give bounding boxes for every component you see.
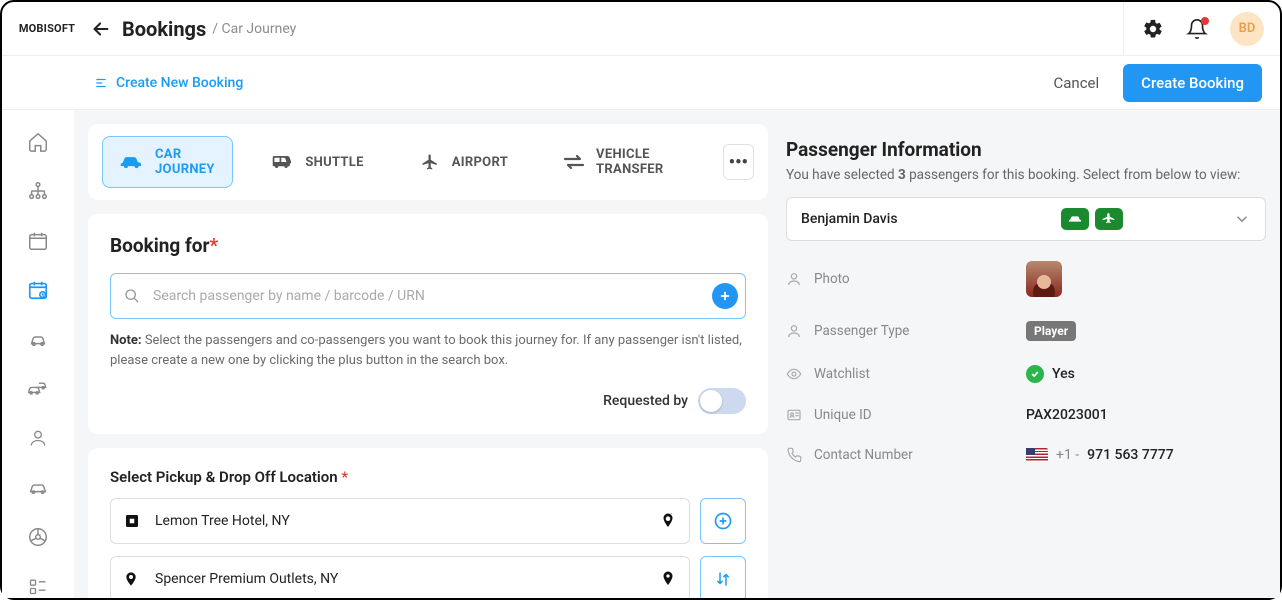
car-tag-icon [1061, 208, 1089, 230]
photo-label: Photo [814, 271, 850, 287]
location-heading: Select Pickup & Drop Off Location * [110, 468, 746, 486]
action-bar: Create New Booking Cancel Create Booking [2, 56, 1280, 110]
add-passenger-button[interactable] [712, 283, 738, 309]
airport-icon [418, 153, 442, 171]
app-header: MOBISOFT Bookings / Car Journey BD [2, 2, 1280, 56]
requested-by-toggle[interactable] [698, 388, 746, 414]
more-tabs-button[interactable]: ••• [723, 144, 754, 180]
nav-org-icon[interactable] [24, 179, 52, 202]
nav-driver-icon[interactable] [24, 525, 52, 548]
row-uid: Unique ID PAX2023001 [786, 407, 1266, 423]
gear-icon[interactable] [1142, 18, 1164, 40]
tab-car-label: CAR JOURNEY [155, 147, 216, 177]
contact-label: Contact Number [814, 447, 913, 463]
row-type: Passenger Type Player [786, 321, 1266, 341]
uid-label: Unique ID [814, 407, 872, 423]
flag-us-icon [1026, 448, 1048, 462]
page-title: Bookings [122, 17, 206, 41]
nav-vehicle-icon[interactable] [24, 476, 52, 499]
dropoff-location-text: Spencer Premium Outlets, NY [155, 571, 338, 587]
phone-icon [786, 447, 802, 463]
pickup-location-input[interactable]: Lemon Tree Hotel, NY [110, 498, 690, 544]
nav-calendar-icon[interactable] [24, 229, 52, 252]
map-pin-icon [659, 511, 677, 531]
create-new-booking-link[interactable]: Create New Booking [94, 75, 243, 91]
passenger-info-subtext: You have selected 3 passengers for this … [786, 167, 1266, 183]
uid-value: PAX2023001 [1026, 407, 1108, 423]
passenger-info-panel: Passenger Information You have selected … [786, 124, 1266, 598]
nav-user-icon[interactable] [24, 426, 52, 449]
selected-passenger-name: Benjamin Davis [801, 211, 1055, 227]
note-text: Select the passengers and co-passengers … [110, 333, 742, 368]
row-photo: Photo [786, 261, 1266, 297]
side-nav [2, 110, 74, 598]
requested-by-label: Requested by [603, 393, 688, 409]
booking-note: Note: Select the passengers and co-passe… [110, 331, 746, 370]
brand-logo: MOBISOFT [12, 10, 82, 48]
car-icon [119, 154, 145, 170]
nav-home-icon[interactable] [24, 130, 52, 153]
photo-icon [786, 271, 802, 287]
booking-for-heading: Booking for* [110, 234, 746, 257]
dropoff-location-input[interactable]: Spencer Premium Outlets, NY [110, 556, 690, 598]
watchlist-value: Yes [1052, 366, 1075, 382]
swap-locations-button[interactable] [700, 556, 746, 598]
notification-dot [1201, 17, 1209, 25]
tab-shuttle-label: SHUTTLE [305, 155, 363, 170]
create-new-booking-label: Create New Booking [116, 75, 243, 91]
tab-airport[interactable]: AIRPORT [402, 143, 524, 181]
pickup-marker-icon [123, 512, 141, 530]
shuttle-icon [271, 154, 295, 170]
booking-for-text: Booking for [110, 234, 209, 257]
booking-for-card: Booking for* Note: Select the passengers… [88, 214, 768, 434]
passenger-info-heading: Passenger Information [786, 138, 1266, 161]
watchlist-label: Watchlist [814, 366, 870, 382]
id-icon [786, 407, 802, 423]
tab-shuttle[interactable]: SHUTTLE [255, 144, 379, 180]
tab-vehicle-label: VEHICLE TRANSFER [596, 147, 685, 177]
search-icon [124, 288, 140, 304]
plane-tag-icon [1095, 208, 1123, 230]
bell-icon[interactable] [1186, 18, 1208, 40]
row-contact: Contact Number +1 - 971 563 7777 [786, 447, 1266, 463]
type-badge: Player [1026, 321, 1076, 341]
contact-value: 971 563 7777 [1087, 447, 1174, 463]
watchlist-icon [786, 366, 802, 382]
tab-car-journey[interactable]: CAR JOURNEY [102, 136, 233, 188]
journey-type-tabs: CAR JOURNEY SHUTTLE AIRPORT VEHICLE TRAN… [88, 124, 768, 200]
chevron-down-icon [1233, 210, 1251, 228]
back-arrow-icon[interactable] [90, 18, 112, 40]
contact-prefix: +1 - [1056, 447, 1079, 463]
nav-more-icon[interactable] [24, 575, 52, 598]
tab-airport-label: AIRPORT [452, 155, 508, 170]
passenger-selector[interactable]: Benjamin Davis [786, 197, 1266, 241]
location-heading-text: Select Pickup & Drop Off Location [110, 468, 341, 486]
check-icon [1026, 365, 1044, 383]
location-card: Select Pickup & Drop Off Location * Lemo… [88, 448, 768, 598]
dropoff-marker-icon [123, 569, 139, 589]
passenger-search-input[interactable] [110, 273, 746, 319]
nav-car-icon[interactable] [24, 328, 52, 351]
transfer-icon [562, 154, 586, 170]
user-avatar[interactable]: BD [1230, 12, 1264, 46]
type-icon [786, 323, 802, 339]
type-label: Passenger Type [814, 323, 909, 339]
passenger-photo [1026, 261, 1062, 297]
breadcrumb: / Car Journey [212, 21, 296, 37]
nav-fleet-icon[interactable] [24, 377, 52, 400]
map-pin-icon [659, 569, 677, 589]
tab-vehicle-transfer[interactable]: VEHICLE TRANSFER [546, 137, 701, 187]
create-booking-button[interactable]: Create Booking [1123, 64, 1262, 102]
row-watchlist: Watchlist Yes [786, 365, 1266, 383]
cancel-button[interactable]: Cancel [1054, 74, 1100, 92]
pickup-location-text: Lemon Tree Hotel, NY [155, 513, 290, 529]
add-stop-button[interactable] [700, 498, 746, 544]
nav-bookings-icon[interactable] [24, 278, 52, 301]
note-label: Note: [110, 333, 142, 348]
